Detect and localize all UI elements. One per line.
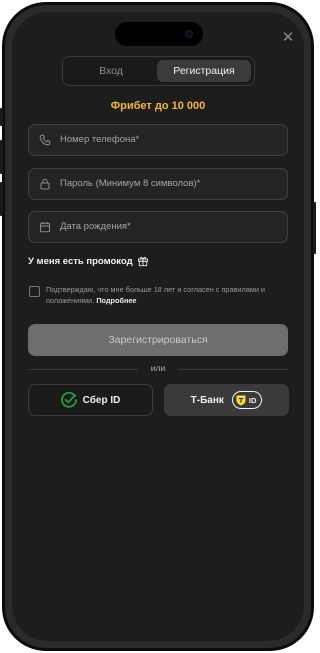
register-button[interactable]: Зарегистрироваться xyxy=(28,324,288,356)
tbank-id-button[interactable]: Т-Банк ID xyxy=(164,384,289,416)
calendar-icon xyxy=(40,222,50,233)
app-screen: ✕ Вход Регистрация Фрибет до 10 000 Номе… xyxy=(12,12,304,641)
side-button-left-2 xyxy=(0,140,3,174)
tab-login[interactable]: Вход xyxy=(66,60,156,82)
terms-more-link[interactable]: Подробнее xyxy=(96,296,136,305)
tab-register[interactable]: Регистрация xyxy=(157,60,251,82)
dynamic-island xyxy=(115,22,203,46)
password-placeholder: Пароль (Минимум 8 символов)* xyxy=(60,178,201,189)
tbank-label: Т-Банк xyxy=(190,394,224,406)
phone-icon xyxy=(39,134,51,146)
close-icon[interactable]: ✕ xyxy=(280,30,296,46)
terms-statement: Подтверждаю, что мне больше 18 лет и сог… xyxy=(46,285,265,305)
gift-icon xyxy=(137,256,148,267)
sber-id-label: Сбер ID xyxy=(82,394,121,406)
promo-code-toggle[interactable]: У меня есть промокод xyxy=(28,255,149,267)
divider-label: или xyxy=(150,363,166,373)
birthdate-placeholder: Дата рождения* xyxy=(60,221,131,232)
side-button-left-3 xyxy=(0,182,3,216)
lock-icon xyxy=(40,178,50,190)
auth-tabs: Вход Регистрация xyxy=(62,56,255,86)
sber-logo-icon xyxy=(60,392,77,408)
phone-placeholder: Номер телефона* xyxy=(60,134,140,145)
terms-text: Подтверждаю, что мне больше 18 лет и сог… xyxy=(46,284,282,306)
camera-icon xyxy=(185,30,193,38)
phone-frame: ✕ Вход Регистрация Фрибет до 10 000 Номе… xyxy=(2,2,314,651)
tbank-id-badge-label: ID xyxy=(248,395,257,405)
promo-label: У меня есть промокод xyxy=(28,255,133,267)
divider-right xyxy=(178,369,288,370)
password-field[interactable]: Пароль (Минимум 8 символов)* xyxy=(28,168,288,200)
birthdate-field[interactable]: Дата рождения* xyxy=(28,211,288,243)
terms-checkbox[interactable] xyxy=(29,286,40,297)
phone-field[interactable]: Номер телефона* xyxy=(28,124,288,156)
side-button-right xyxy=(313,202,316,254)
sber-id-button[interactable]: Сбер ID xyxy=(28,384,153,416)
freebet-banner: Фрибет до 10 000 xyxy=(110,100,206,112)
tbank-shield-icon xyxy=(236,395,246,405)
tbank-id-badge: ID xyxy=(231,391,263,409)
side-button-left-1 xyxy=(0,108,3,126)
divider-left xyxy=(28,369,138,370)
